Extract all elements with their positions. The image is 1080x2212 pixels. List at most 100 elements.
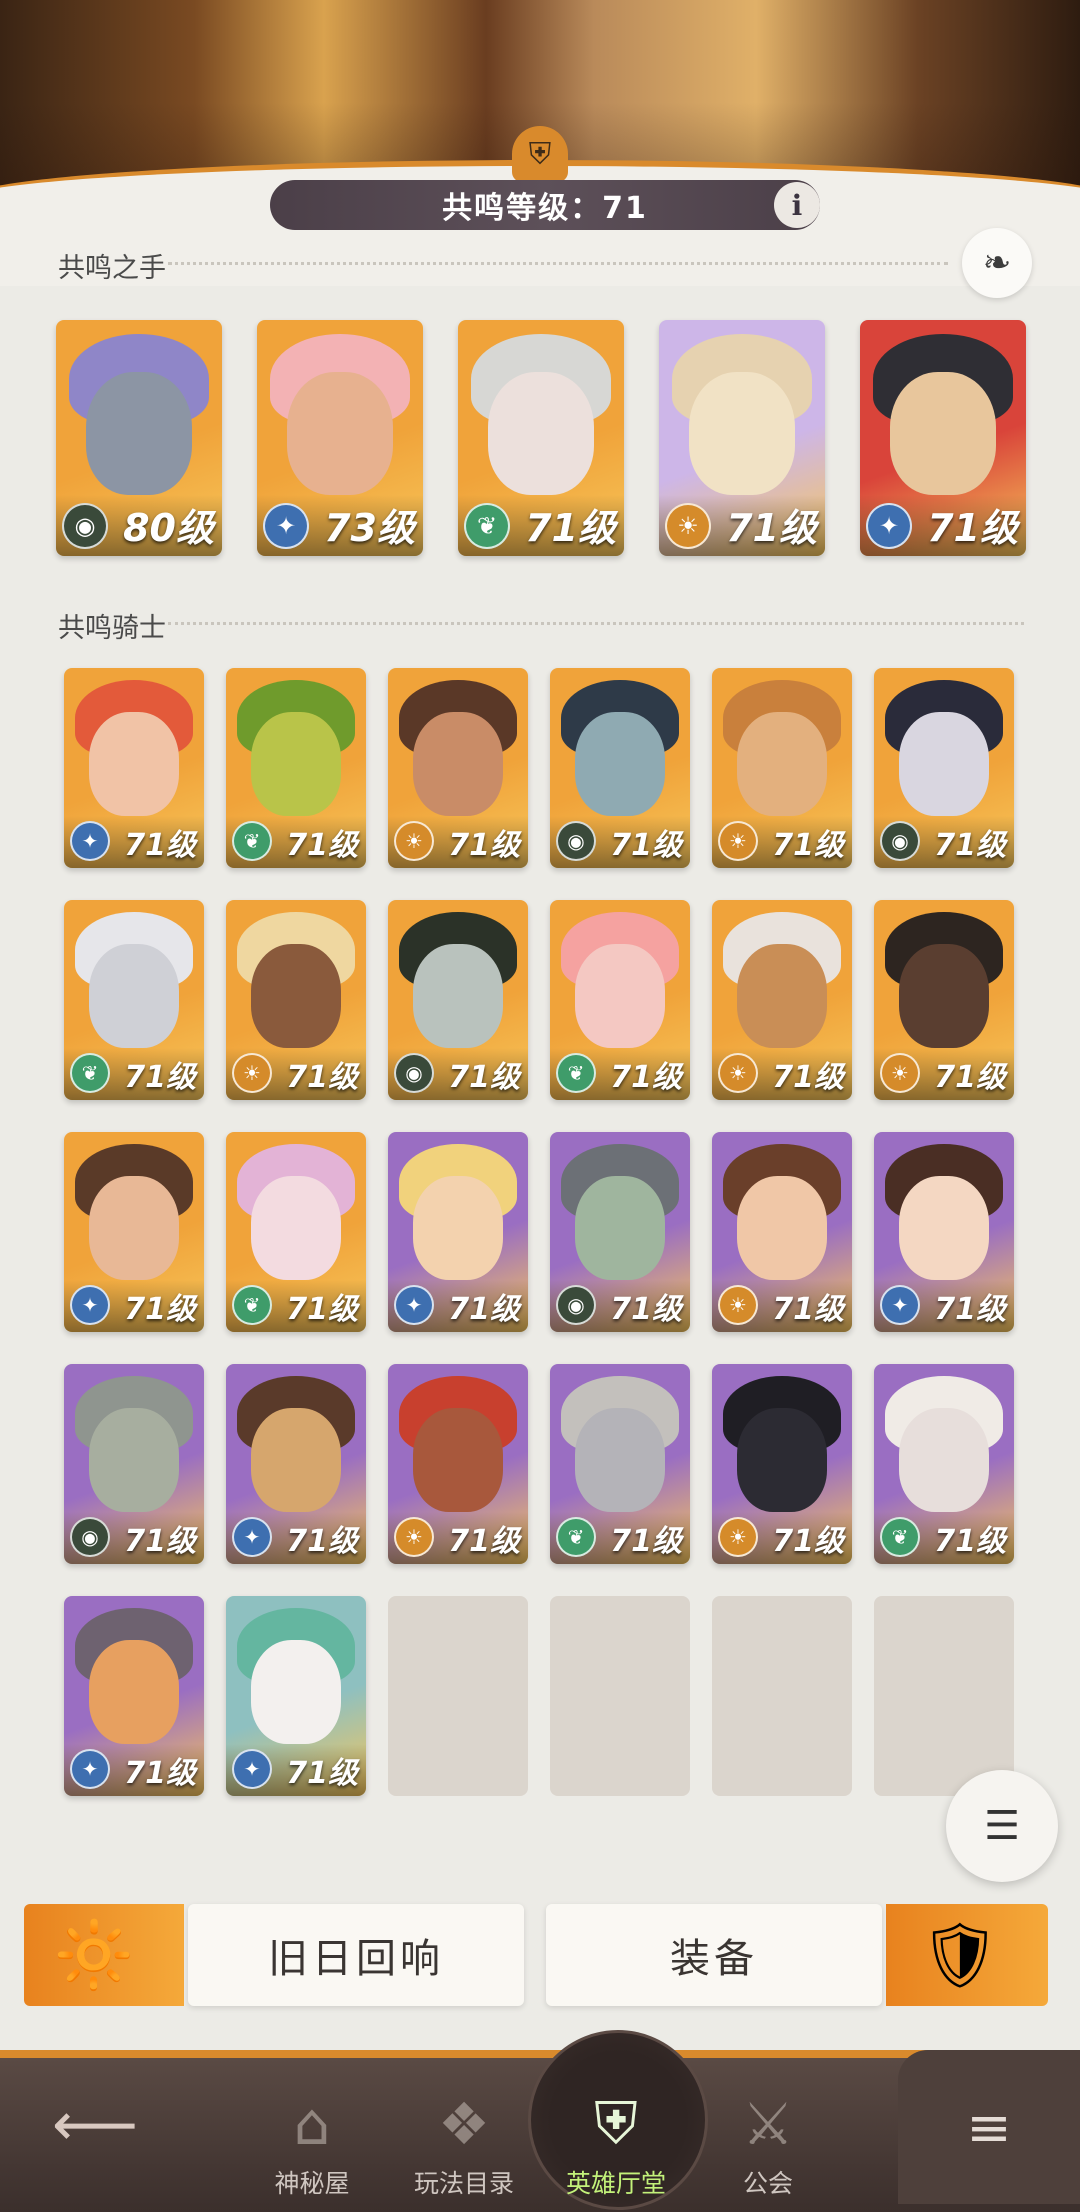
lightbearer-faction-icon: ☀: [394, 1517, 434, 1557]
resonance-knight-card[interactable]: ☀ 71级: [712, 1132, 852, 1332]
hero-face: [899, 1408, 989, 1512]
nav-item-mystery-house[interactable]: ⌂ 神秘屋: [242, 2070, 382, 2200]
hero-face: [575, 1408, 665, 1512]
back-arrow-icon[interactable]: ⟵: [52, 2090, 138, 2160]
hero-level: 71级: [772, 1524, 844, 1559]
resonance-knight-card[interactable]: ✦ 71级: [388, 1132, 528, 1332]
equipment-shield-icon: 🛡: [919, 1918, 1001, 1993]
echoes-button[interactable]: 旧日回响: [188, 1904, 524, 2006]
hero-face: [737, 944, 827, 1048]
resonance-knight-card[interactable]: ✦ 71级: [64, 668, 204, 868]
resonance-knight-card[interactable]: ✦ 71级: [226, 1364, 366, 1564]
menu-icon[interactable]: ≡: [898, 2050, 1080, 2204]
hero-level: 71级: [525, 506, 616, 550]
hero-level: 71级: [286, 828, 358, 863]
nav-item-hero-hall[interactable]: ⛨ 英雄厅堂: [546, 2070, 686, 2200]
nav-item-label: 英雄厅堂: [565, 2169, 666, 2198]
hero-face: [251, 1176, 341, 1280]
hero-level: 71级: [934, 828, 1006, 863]
resonance-knight-card[interactable]: ◉ 71级: [388, 900, 528, 1100]
wilder-faction-icon: ❦: [556, 1053, 596, 1093]
resonance-knight-card[interactable]: ❦ 71级: [64, 900, 204, 1100]
lightbearer-faction-icon: ☀: [232, 1053, 272, 1093]
section-divider: [168, 622, 1024, 625]
resonance-knight-card[interactable]: ◉ 71级: [550, 1132, 690, 1332]
resonance-knight-card[interactable]: ☀ 71级: [712, 668, 852, 868]
hero-level: 71级: [934, 1292, 1006, 1327]
lightbearer-faction-icon: ☀: [880, 1053, 920, 1093]
filter-icon[interactable]: ☰: [946, 1770, 1058, 1882]
hero-level: 80级: [123, 506, 214, 550]
wilder-faction-icon: ❦: [232, 1285, 272, 1325]
resonance-knight-card[interactable]: ◉ 71级: [64, 1364, 204, 1564]
resonance-knight-card[interactable]: ✦ 71级: [226, 1596, 366, 1796]
hero-level: 71级: [124, 1060, 196, 1095]
echoes-button-label: 旧日回响: [268, 1936, 444, 1982]
hero-level: 71级: [772, 828, 844, 863]
hero-face: [899, 1176, 989, 1280]
hero-level: 71级: [610, 1292, 682, 1327]
equipment-button[interactable]: 装备: [546, 1904, 882, 2006]
resonance-knight-card[interactable]: ◉ 71级: [550, 668, 690, 868]
celestial-faction-icon: ✦: [880, 1285, 920, 1325]
nav-item-modes[interactable]: ❖ 玩法目录: [394, 2070, 534, 2200]
empty-slot[interactable]: [712, 1596, 852, 1796]
resonance-knight-card[interactable]: ✦ 71级: [874, 1132, 1014, 1332]
hero-level: 71级: [124, 1524, 196, 1559]
resonance-knight-card[interactable]: ✦ 71级: [64, 1132, 204, 1332]
info-button[interactable]: i: [774, 182, 820, 228]
hero-face: [487, 371, 595, 495]
wilder-faction-icon: ❦: [232, 821, 272, 861]
resonance-knight-card[interactable]: ❦ 71级: [550, 900, 690, 1100]
resonance-knight-card[interactable]: ☀ 71级: [874, 900, 1014, 1100]
hero-level: 71级: [934, 1524, 1006, 1559]
hero-face: [899, 712, 989, 816]
hero-face: [737, 1408, 827, 1512]
resonance-knight-card[interactable]: ☀ 71级: [388, 668, 528, 868]
hero-level: 71级: [610, 828, 682, 863]
resonance-knight-card[interactable]: ❦ 71级: [874, 1364, 1014, 1564]
feather-icon[interactable]: ❧: [962, 228, 1032, 298]
resonance-knight-card[interactable]: ◉ 71级: [874, 668, 1014, 868]
lightbearer-faction-icon: ☀: [394, 821, 434, 861]
resonance-knight-card[interactable]: ❦ 71级: [226, 668, 366, 868]
hero-level: 71级: [448, 1292, 520, 1327]
resonance-knight-card[interactable]: ☀ 71级: [226, 900, 366, 1100]
resonance-knight-card[interactable]: ❦ 71级: [226, 1132, 366, 1332]
section-divider: [168, 262, 948, 265]
empty-slot[interactable]: [550, 1596, 690, 1796]
hands-section-title: 共鸣之手: [58, 253, 166, 284]
hero-face: [889, 371, 997, 495]
resonance-hand-card[interactable]: ☀ 71级: [659, 320, 825, 556]
resonance-knight-card[interactable]: ☀ 71级: [712, 1364, 852, 1564]
resonance-hand-card[interactable]: ✦ 73级: [257, 320, 423, 556]
wilder-faction-icon: ❦: [70, 1053, 110, 1093]
celestial-faction-icon: ✦: [866, 503, 912, 549]
hero-face: [251, 1640, 341, 1744]
hero-face: [575, 712, 665, 816]
hero-level: 71级: [286, 1060, 358, 1095]
resonance-hand-card[interactable]: ◉ 80级: [56, 320, 222, 556]
modes-icon: ❖: [438, 2090, 490, 2158]
resonance-hand-card[interactable]: ✦ 71级: [860, 320, 1026, 556]
echoes-ring-icon: 🔆: [54, 1918, 134, 1993]
resonance-knight-card[interactable]: ❦ 71级: [550, 1364, 690, 1564]
hero-face: [899, 944, 989, 1048]
hero-level: 71级: [927, 506, 1018, 550]
celestial-faction-icon: ✦: [263, 503, 309, 549]
nav-item-guild[interactable]: ⚔ 公会: [698, 2070, 838, 2200]
lightbearer-faction-icon: ☀: [718, 1285, 758, 1325]
hero-face: [413, 944, 503, 1048]
wilder-faction-icon: ❦: [880, 1517, 920, 1557]
resonance-knight-card[interactable]: ☀ 71级: [388, 1364, 528, 1564]
hero-face: [89, 1408, 179, 1512]
celestial-faction-icon: ✦: [70, 1749, 110, 1789]
resonance-knight-card[interactable]: ☀ 71级: [712, 900, 852, 1100]
resonance-hand-card[interactable]: ❦ 71级: [458, 320, 624, 556]
empty-slot[interactable]: [388, 1596, 528, 1796]
graveborn-faction-icon: ◉: [70, 1517, 110, 1557]
lightbearer-faction-icon: ☀: [718, 1517, 758, 1557]
resonance-knight-card[interactable]: ✦ 71级: [64, 1596, 204, 1796]
graveborn-faction-icon: ◉: [556, 821, 596, 861]
empty-slot[interactable]: [874, 1596, 1014, 1796]
